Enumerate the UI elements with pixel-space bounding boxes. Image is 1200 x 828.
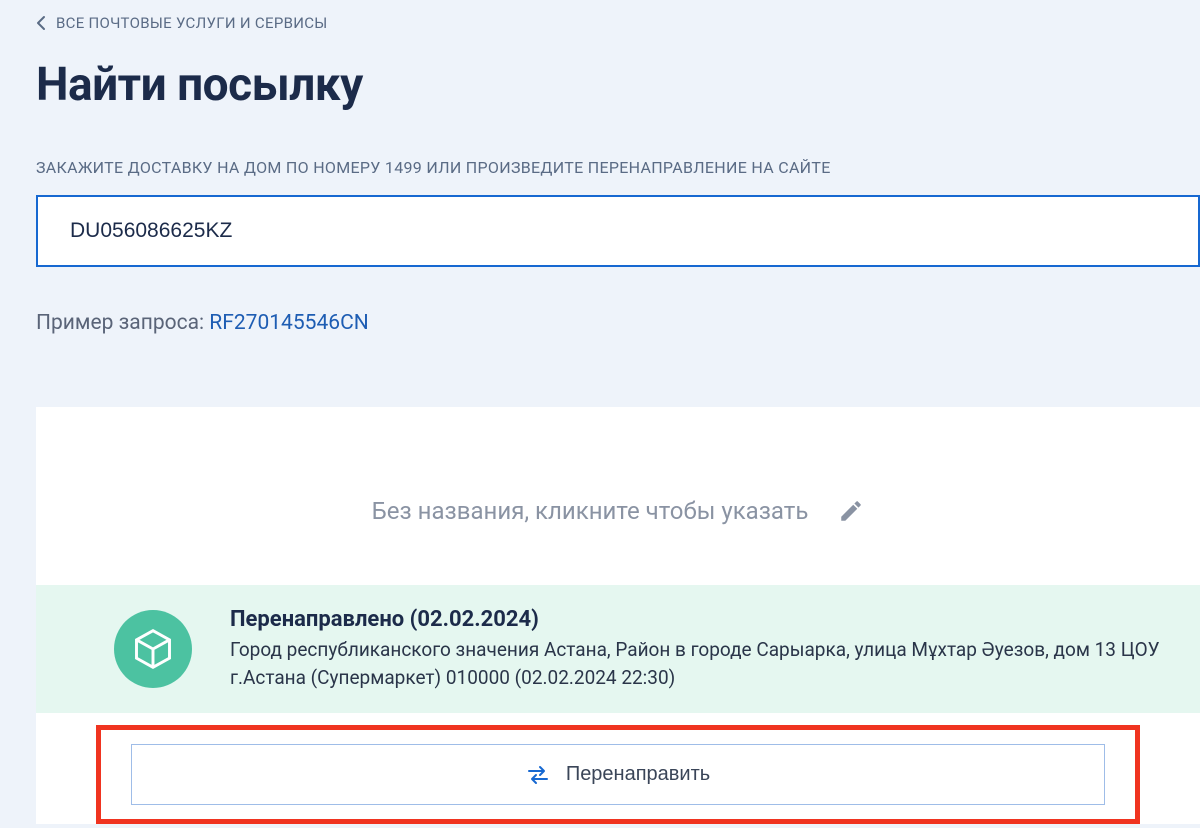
pencil-icon[interactable] (838, 498, 864, 524)
tracking-input[interactable] (36, 195, 1200, 267)
breadcrumb-label: ВСЕ ПОЧТОВЫЕ УСЛУГИ И СЕРВИСЫ (56, 14, 328, 32)
chevron-left-icon (36, 15, 46, 31)
example-link[interactable]: RF270145546CN (209, 311, 368, 335)
instruction-text: ЗАКАЖИТЕ ДОСТАВКУ НА ДОМ ПО НОМЕРУ 1499 … (36, 158, 1200, 177)
status-text: Перенаправлено (02.02.2024) Город респуб… (230, 607, 1162, 691)
status-description: Город республиканского значения Астана, … (230, 636, 1162, 691)
status-block: Перенаправлено (02.02.2024) Город респуб… (36, 585, 1200, 713)
example-row: Пример запроса: RF270145546CN (36, 311, 1200, 335)
package-icon (114, 610, 192, 688)
breadcrumb-back[interactable]: ВСЕ ПОЧТОВЫЕ УСЛУГИ И СЕРВИСЫ (36, 14, 1200, 32)
status-title: Перенаправлено (02.02.2024) (230, 607, 1162, 632)
redirect-icon (526, 764, 550, 786)
page-title: Найти посылку (36, 58, 1200, 112)
result-header: Без названия, кликните чтобы указать (36, 407, 1200, 585)
redirect-label: Перенаправить (566, 763, 710, 786)
result-card: Без названия, кликните чтобы указать Пер… (36, 407, 1200, 824)
example-label: Пример запроса: (36, 311, 209, 335)
untitled-label[interactable]: Без названия, кликните чтобы указать (372, 497, 809, 525)
redirect-highlight: Перенаправить (96, 725, 1140, 824)
redirect-button[interactable]: Перенаправить (131, 744, 1105, 805)
